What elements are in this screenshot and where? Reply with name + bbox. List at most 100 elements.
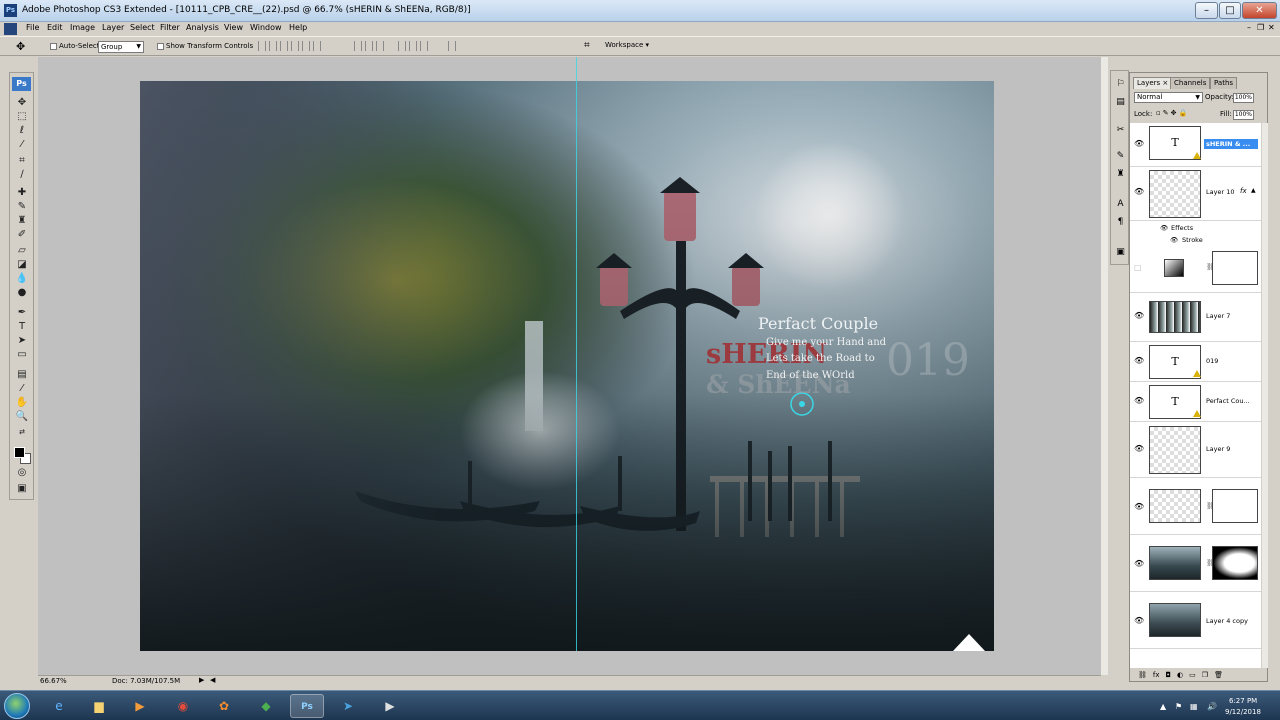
tab-channels[interactable]: Channels (1170, 77, 1211, 89)
dodge-tool-icon[interactable]: ● (15, 287, 29, 298)
shape-tool-icon[interactable]: ▭ (15, 349, 29, 360)
eye-icon[interactable]: 👁 (1134, 559, 1144, 568)
vertical-guide-line[interactable] (576, 57, 577, 651)
doc-restore-button[interactable]: ❐ (1257, 23, 1264, 32)
character-icon[interactable]: A (1115, 199, 1126, 210)
media-player-icon[interactable]: ▶ (123, 694, 157, 718)
opacity-field[interactable]: 100% (1233, 93, 1254, 103)
layer-comps-icon[interactable]: ▣ (1115, 247, 1126, 258)
menu-layer[interactable]: Layer (102, 23, 124, 32)
tab-paths[interactable]: Paths (1210, 77, 1238, 89)
paragraph-icon[interactable]: ¶ (1115, 217, 1126, 228)
distribute-buttons-2[interactable] (398, 41, 428, 53)
layer-row[interactable]: 👁 Layer 4 copy (1130, 592, 1261, 649)
menu-filter[interactable]: Filter (160, 23, 180, 32)
layer-row[interactable]: 👁 ⛓ (1130, 535, 1261, 592)
eye-icon[interactable]: 👁 (1134, 311, 1144, 320)
eye-icon[interactable]: 👁 (1160, 224, 1168, 232)
clock-date[interactable]: 9/12/2018 (1225, 708, 1261, 716)
layer-row[interactable]: 👁 Layer 9 (1130, 422, 1261, 478)
layer-mask-thumbnail[interactable] (1212, 546, 1258, 580)
doc-close-button[interactable]: ✕ (1268, 23, 1275, 32)
menu-select[interactable]: Select (130, 23, 155, 32)
marquee-tool-icon[interactable]: ⬚ (15, 111, 29, 122)
menu-edit[interactable]: Edit (47, 23, 63, 32)
scroll-left-icon[interactable]: ◀ (210, 676, 215, 684)
layer-name[interactable]: Perfact Cou... (1204, 396, 1252, 406)
swap-colors-icon[interactable]: ⇄ (15, 427, 29, 438)
eraser-tool-icon[interactable]: ▱ (15, 245, 29, 256)
blur-tool-icon[interactable]: 💧 (15, 273, 29, 284)
clone-stamp-tool-icon[interactable]: ♜ (15, 215, 29, 226)
photoshop-icon[interactable]: Ps (290, 694, 324, 718)
brush-tool-icon[interactable]: ✎ (15, 201, 29, 212)
eye-icon[interactable]: 👁 (1134, 139, 1144, 148)
auto-select-dropdown[interactable]: Group ▼ (98, 41, 144, 53)
eye-icon[interactable]: 👁 (1134, 616, 1144, 625)
network-icon[interactable]: ▦ (1190, 702, 1198, 711)
paint-icon[interactable]: ✿ (207, 694, 241, 718)
navigator-icon[interactable]: ⚐ (1115, 79, 1126, 90)
menu-window[interactable]: Window (250, 23, 282, 32)
status-menu-arrow-icon[interactable]: ▶ (199, 676, 204, 684)
action-center-icon[interactable]: ⚑ (1175, 702, 1182, 711)
lock-buttons[interactable]: ▫✎✥🔒 (1156, 109, 1189, 117)
layer-row[interactable]: 👁 T Perfact Cou... (1130, 382, 1261, 422)
add-mask-icon[interactable]: ◘ (1166, 669, 1172, 681)
screen-mode-icon[interactable]: ▣ (15, 483, 29, 494)
canvas-artwork[interactable]: Perfact Couple sHERIN & ShEENa 019 Give … (140, 81, 994, 651)
layer-name[interactable]: Layer 9 (1204, 444, 1232, 454)
adjustment-layer-icon[interactable]: ◐ (1177, 669, 1183, 681)
bridge-icon[interactable]: ⌗ (584, 40, 590, 51)
eye-icon[interactable]: 👁 (1170, 236, 1178, 244)
eyedropper-tool-icon[interactable]: ⁄ (15, 383, 29, 394)
start-button[interactable] (4, 693, 30, 719)
tools-presets-icon[interactable]: ✂ (1115, 125, 1126, 136)
clock-time[interactable]: 6:27 PM (1229, 697, 1257, 705)
eye-icon[interactable]: 👁 (1134, 356, 1144, 365)
distribute-buttons-1[interactable] (354, 41, 384, 53)
show-transform-checkbox[interactable] (157, 43, 164, 50)
layer-row[interactable]: 👁 ⛓ (1130, 478, 1261, 535)
add-style-icon[interactable]: fx (1153, 669, 1160, 681)
layer-mask-thumbnail[interactable] (1212, 251, 1258, 285)
eye-icon[interactable]: 👁 (1134, 396, 1144, 405)
brushes-icon[interactable]: ✎ (1115, 151, 1126, 162)
new-group-icon[interactable]: ▭ (1189, 669, 1196, 681)
delete-layer-icon[interactable]: 🗑 (1214, 669, 1223, 681)
link-layers-icon[interactable]: ⛓ (1138, 669, 1147, 681)
quick-mask-icon[interactable]: ◎ (15, 467, 29, 478)
telegram-icon[interactable]: ➤ (331, 694, 365, 718)
foreground-color-swatch[interactable] (14, 447, 25, 458)
maximize-button[interactable]: □ (1219, 2, 1241, 19)
menu-help[interactable]: Help (289, 23, 307, 32)
notes-tool-icon[interactable]: ▤ (15, 369, 29, 380)
magic-wand-tool-icon[interactable]: ⁄ (15, 139, 29, 150)
close-button[interactable]: ✕ (1242, 2, 1277, 19)
volume-icon[interactable]: 🔊 (1207, 702, 1217, 711)
layer-row[interactable]: 👁 Layer 7 (1130, 293, 1261, 342)
show-hidden-icons[interactable]: ▲ (1160, 702, 1166, 711)
layer-effects-icon[interactable]: fx (1240, 187, 1247, 195)
blend-mode-dropdown[interactable]: Normal ▼ (1134, 92, 1203, 103)
pen-tool-icon[interactable]: ✒ (15, 307, 29, 318)
layer-row[interactable]: 👁 Layer 10 fx ▲ (1130, 167, 1261, 221)
fill-field[interactable]: 100% (1233, 110, 1254, 120)
ps-system-menu-icon[interactable] (4, 23, 17, 35)
menu-image[interactable]: Image (70, 23, 95, 32)
layer-mask-thumbnail[interactable] (1212, 489, 1258, 523)
menu-view[interactable]: View (224, 23, 243, 32)
layer-name[interactable]: Layer 7 (1204, 311, 1232, 321)
zoom-tool-icon[interactable]: 🔍 (15, 411, 29, 422)
effects-row[interactable]: 👁 Effects (1130, 222, 1261, 234)
minimize-button[interactable]: – (1195, 2, 1218, 19)
healing-brush-tool-icon[interactable]: ✚ (15, 187, 29, 198)
layer-name[interactable]: sHERIN & ... (1204, 139, 1258, 149)
menu-analysis[interactable]: Analysis (186, 23, 219, 32)
layer-name[interactable]: 019 (1204, 356, 1220, 366)
layer-row[interactable]: 👁 T sHERIN & ... (1130, 123, 1261, 167)
history-icon[interactable]: ▤ (1115, 97, 1126, 108)
chevron-up-icon[interactable]: ▲ (1251, 187, 1256, 194)
eye-icon[interactable]: 👁 (1134, 502, 1144, 511)
eye-icon[interactable]: 👁 (1134, 444, 1144, 453)
